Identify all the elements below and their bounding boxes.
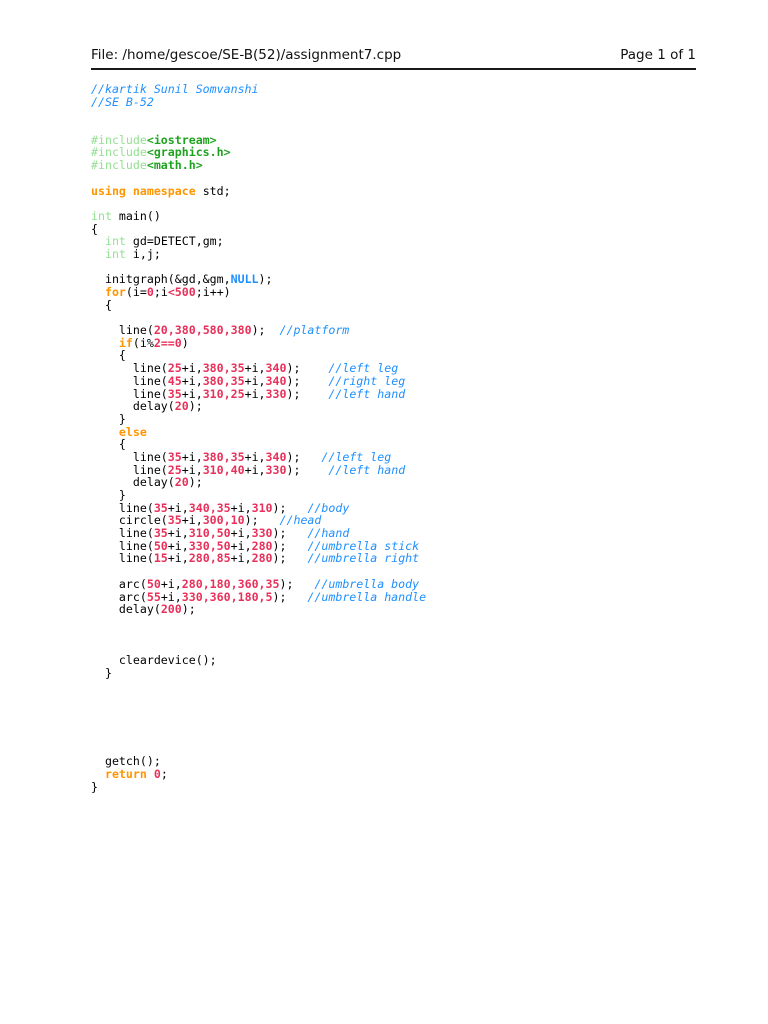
code-token: ;i bbox=[153, 285, 168, 299]
code-token: 0 bbox=[146, 285, 154, 299]
code-token: 20 bbox=[174, 399, 189, 414]
code-token: 310,40 bbox=[202, 462, 245, 477]
code-token: } bbox=[91, 779, 98, 794]
code-token: (i= bbox=[125, 285, 147, 299]
code-token: +i, bbox=[244, 462, 266, 477]
page-number-label: Page 1 of 1 bbox=[620, 47, 696, 63]
code-token: ); bbox=[188, 475, 203, 490]
code-token: ); bbox=[272, 551, 308, 566]
code-token: //left hand bbox=[328, 386, 406, 401]
code-token: NULL bbox=[230, 272, 259, 287]
code-token: 20 bbox=[174, 475, 189, 490]
code-listing: //kartik Sunil Somvanshi//SE B-52 #inclu… bbox=[91, 83, 768, 794]
code-token: (i% bbox=[132, 335, 154, 350]
code-line: else bbox=[91, 425, 768, 439]
code-token: <math.h> bbox=[146, 158, 203, 173]
code-line: } bbox=[91, 666, 768, 680]
code-token: +i, bbox=[230, 551, 252, 566]
code-token: //umbrella right bbox=[307, 551, 420, 566]
code-line: } bbox=[91, 413, 768, 426]
code-token: 310,25 bbox=[202, 386, 245, 401]
code-token: i,j; bbox=[125, 246, 161, 261]
code-token: delay( bbox=[91, 602, 161, 617]
code-line: int i,j; bbox=[91, 248, 768, 261]
code-line: line(20,380,580,380); //platform bbox=[91, 324, 768, 337]
code-token: <500 bbox=[167, 285, 196, 299]
page-header: File: /home/gescoe/SE-B(52)/assignment7.… bbox=[91, 0, 696, 65]
code-line: int gd=DETECT,gm; bbox=[91, 235, 768, 248]
code-token: //left hand bbox=[328, 462, 406, 477]
code-line: cleardevice(); bbox=[91, 654, 768, 667]
code-line: delay(200); bbox=[91, 603, 768, 616]
code-line: { bbox=[91, 298, 768, 312]
code-token: 0 bbox=[153, 767, 161, 782]
code-token: ; bbox=[160, 767, 168, 782]
code-line: getch(); bbox=[91, 755, 768, 768]
code-token: return bbox=[104, 767, 147, 782]
code-line: for(i=0;i<500;i++) bbox=[91, 286, 768, 299]
code-line: int main() bbox=[91, 210, 768, 223]
code-line: line(15+i,280,85+i,280); //umbrella righ… bbox=[91, 552, 768, 565]
code-token: 15 bbox=[153, 551, 168, 566]
file-path-label: File: /home/gescoe/SE-B(52)/assignment7.… bbox=[91, 47, 402, 63]
code-token: 330 bbox=[265, 462, 287, 477]
code-line: //kartik Sunil Somvanshi bbox=[91, 83, 768, 96]
code-token: ); bbox=[181, 602, 196, 617]
code-line: //SE B-52 bbox=[91, 94, 768, 109]
code-token: 280 bbox=[251, 551, 273, 566]
code-line: delay(20); bbox=[91, 476, 768, 489]
code-token: main() bbox=[111, 208, 161, 223]
code-token: ); bbox=[188, 399, 203, 414]
code-token: std; bbox=[195, 183, 231, 198]
code-line: if(i%2==0) bbox=[91, 335, 768, 350]
code-token: 330 bbox=[265, 386, 287, 401]
document-page: File: /home/gescoe/SE-B(52)/assignment7.… bbox=[0, 0, 768, 1024]
header-rule bbox=[91, 68, 696, 70]
code-line: using namespace std; bbox=[91, 183, 768, 198]
code-token: ) bbox=[181, 335, 189, 350]
code-line: return 0; bbox=[91, 768, 768, 781]
code-token: 280,85 bbox=[188, 551, 231, 566]
code-token: ); bbox=[258, 272, 273, 287]
code-token: ); bbox=[251, 323, 280, 338]
code-token: int bbox=[104, 246, 126, 261]
code-token: +i, bbox=[167, 551, 189, 566]
code-line: #include<math.h> bbox=[91, 159, 768, 172]
code-token: +i, bbox=[244, 386, 266, 401]
code-token: //platform bbox=[279, 323, 350, 338]
code-line: delay(20); bbox=[91, 400, 768, 413]
code-token: line( bbox=[91, 551, 154, 566]
code-token: //umbrella handle bbox=[307, 589, 427, 604]
code-token: ); bbox=[286, 462, 329, 477]
code-token: 2==0 bbox=[153, 335, 182, 350]
code-token: 200 bbox=[160, 602, 182, 617]
code-line: } bbox=[91, 779, 768, 794]
code-token: ;i++) bbox=[195, 285, 231, 299]
code-token: ); bbox=[272, 589, 308, 604]
code-token: //SE B-52 bbox=[91, 94, 154, 109]
code-token: ); bbox=[286, 386, 329, 401]
code-token: #include bbox=[91, 158, 147, 173]
code-token: namespace bbox=[132, 183, 196, 198]
